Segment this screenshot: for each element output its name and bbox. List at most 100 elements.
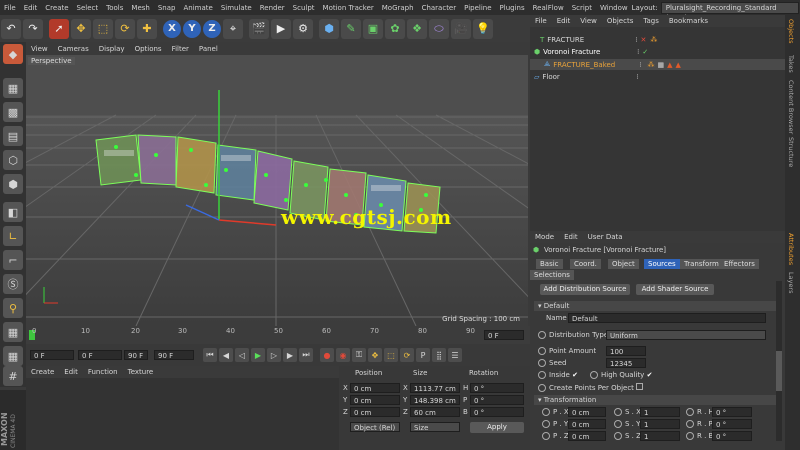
material-menu-edit[interactable]: Edit <box>59 368 83 376</box>
tag-icon[interactable]: ⁂ <box>650 36 657 44</box>
position-y-field[interactable]: 0 cm <box>568 419 606 429</box>
size-y-field[interactable]: 148.398 cm <box>410 395 460 405</box>
side-tab-structure[interactable]: Structure <box>787 137 795 167</box>
tab-basic[interactable]: Basic <box>536 259 563 269</box>
min-frame-field[interactable]: 0 F <box>30 350 74 360</box>
polygons-mode-icon[interactable]: ◧ <box>3 202 23 222</box>
model-mode-icon[interactable]: ▦ <box>3 78 23 98</box>
tag-icon[interactable]: ⁂ <box>647 61 654 69</box>
recent-tools-icon[interactable]: ✚ <box>137 18 157 39</box>
radio-icon[interactable] <box>686 432 694 440</box>
menu-window[interactable]: Window <box>596 4 632 12</box>
size-z-field[interactable]: 60 cm <box>410 407 460 417</box>
menu-select[interactable]: Select <box>73 4 103 12</box>
menu-realflow[interactable]: RealFlow <box>529 4 568 12</box>
phong-tag-icon[interactable]: ▲ <box>667 61 672 69</box>
light-icon[interactable]: 💡 <box>473 18 493 39</box>
radio-icon[interactable] <box>542 408 550 416</box>
material-menu-texture[interactable]: Texture <box>123 368 159 376</box>
side-tab-attributes[interactable]: Attributes <box>787 233 795 265</box>
radio-icon[interactable] <box>538 371 546 379</box>
attribute-scrollbar[interactable] <box>776 281 782 441</box>
objects-menu-file[interactable]: File <box>530 17 552 25</box>
radio-icon[interactable] <box>542 420 550 428</box>
side-tab-layers[interactable]: Layers <box>787 272 795 294</box>
object-row-fracture[interactable]: T FRACTURE ⁞ ✕ ⁂ <box>530 34 785 45</box>
point-level-icon[interactable]: ⣿ <box>432 348 446 362</box>
texture-tag-icon[interactable]: ▦ <box>657 61 664 69</box>
prev-key-icon[interactable]: ◀ <box>219 348 233 362</box>
viewport-menu-cameras[interactable]: Cameras <box>53 45 94 53</box>
menu-script[interactable]: Script <box>568 4 596 12</box>
radio-icon[interactable] <box>614 420 622 428</box>
tab-sources[interactable]: Sources <box>644 259 680 269</box>
viewport-menu-filter[interactable]: Filter <box>167 45 194 53</box>
menu-render[interactable]: Render <box>256 4 289 12</box>
visibility-toggle-icon[interactable]: ⁞ <box>636 73 638 81</box>
scrollbar-thumb[interactable] <box>776 351 782 391</box>
rotate-icon[interactable]: ⟳ <box>115 18 135 39</box>
menu-file[interactable]: File <box>0 4 20 12</box>
edges-mode-icon[interactable]: ⬢ <box>3 174 23 194</box>
menu-sculpt[interactable]: Sculpt <box>289 4 319 12</box>
grid-icon[interactable]: # <box>3 366 23 386</box>
make-editable-icon[interactable]: ◆ <box>3 44 23 64</box>
move-icon[interactable]: ✥ <box>71 18 91 39</box>
objects-menu-view[interactable]: View <box>575 17 602 25</box>
seed-field[interactable]: 12345 <box>606 358 646 368</box>
attr-menu-mode[interactable]: Mode <box>530 233 559 241</box>
position-z-field[interactable]: 0 cm <box>350 407 400 417</box>
menu-character[interactable]: Character <box>418 4 461 12</box>
objects-menu-bookmarks[interactable]: Bookmarks <box>664 17 713 25</box>
next-frame-icon[interactable]: ▷ <box>267 348 281 362</box>
tab-transform[interactable]: Transform <box>680 259 723 269</box>
visibility-toggle-icon[interactable]: ⁞ <box>635 36 637 44</box>
viewport-menu-display[interactable]: Display <box>94 45 130 53</box>
planar-workplane-icon[interactable]: ▦ <box>3 346 23 366</box>
objects-menu-edit[interactable]: Edit <box>552 17 576 25</box>
play-icon[interactable]: ▶ <box>251 348 265 362</box>
texture-mode-icon[interactable]: ▩ <box>3 102 23 122</box>
objects-menu-tags[interactable]: Tags <box>638 17 664 25</box>
layout-dropdown[interactable]: Pluralsight_Recording_Standard (User) <box>660 1 799 22</box>
rotation-p-field[interactable]: 0 ° <box>470 395 524 405</box>
scene-icon[interactable]: ⬭ <box>429 18 449 39</box>
record-icon[interactable]: ● <box>320 348 334 362</box>
visibility-toggle-icon[interactable]: ⁞ <box>637 48 639 56</box>
tweak-icon[interactable]: ⌐ <box>3 250 23 270</box>
x-axis-lock-button[interactable]: X <box>163 19 181 38</box>
viewport-menu-options[interactable]: Options <box>130 45 167 53</box>
prev-frame-icon[interactable]: ◁ <box>235 348 249 362</box>
radio-icon[interactable] <box>590 371 598 379</box>
radio-icon[interactable] <box>686 420 694 428</box>
material-menu-function[interactable]: Function <box>83 368 123 376</box>
menu-mograph[interactable]: MoGraph <box>378 4 418 12</box>
live-selection-icon[interactable]: ➚ <box>49 18 69 39</box>
high-quality-checkbox[interactable]: ✔ <box>647 371 653 379</box>
tab-selections[interactable]: Selections <box>530 270 574 280</box>
render-settings-icon[interactable]: ⚙ <box>293 18 313 39</box>
side-tab-objects[interactable]: Objects <box>787 19 795 44</box>
y-axis-lock-button[interactable]: Y <box>183 19 201 38</box>
distribution-type-dropdown[interactable]: Uniform <box>606 330 766 340</box>
render-picture-viewer-icon[interactable]: ▶ <box>271 18 291 39</box>
keyframe-selection-icon[interactable]: ⚿ <box>352 348 366 362</box>
section-default[interactable]: ▾ Default <box>534 301 778 311</box>
tab-coord[interactable]: Coord. <box>570 259 601 269</box>
menu-mesh[interactable]: Mesh <box>127 4 153 12</box>
deformer-icon[interactable]: ❖ <box>407 18 427 39</box>
preview-start-field[interactable]: 0 F <box>78 350 122 360</box>
magnet-icon[interactable]: ⚲ <box>3 298 23 318</box>
timeline-ruler[interactable]: 0 10 20 30 40 50 60 70 80 90 0 F <box>26 326 530 344</box>
preview-end-field[interactable]: 90 F <box>124 350 148 360</box>
next-key-icon[interactable]: ▶ <box>283 348 297 362</box>
radio-icon[interactable] <box>538 331 546 339</box>
menu-animate[interactable]: Animate <box>179 4 216 12</box>
position-y-field[interactable]: 0 cm <box>350 395 400 405</box>
menu-edit[interactable]: Edit <box>20 4 42 12</box>
object-row-floor[interactable]: ▱ Floor ⁞ <box>530 71 785 82</box>
side-tab-takes[interactable]: Takes <box>787 55 795 73</box>
viewport-menu-panel[interactable]: Panel <box>194 45 223 53</box>
point-amount-field[interactable]: 100 <box>606 346 646 356</box>
create-points-checkbox[interactable] <box>636 383 644 390</box>
